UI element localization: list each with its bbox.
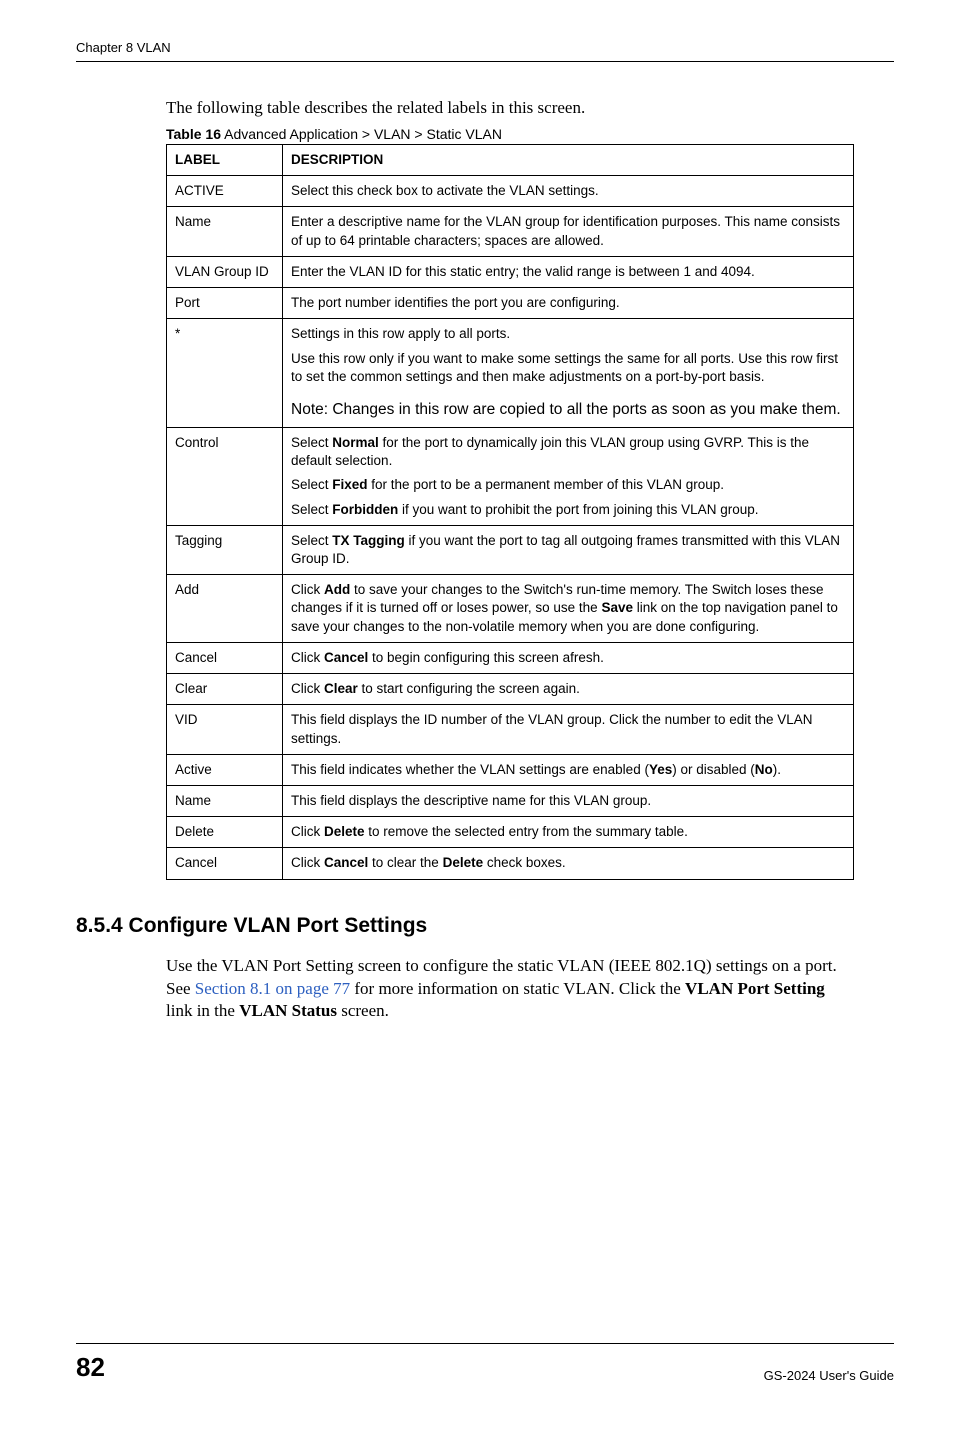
row-description: This field displays the ID number of the…	[283, 705, 854, 754]
row-description: The port number identifies the port you …	[283, 288, 854, 319]
body-segment: for more information on static VLAN. Cli…	[350, 979, 685, 998]
row-label: Active	[167, 754, 283, 785]
row-label: Cancel	[167, 642, 283, 673]
row-description: Click Add to save your changes to the Sw…	[283, 575, 854, 643]
description-text: Note: Changes in this row are copied to …	[291, 400, 845, 421]
table-row: Port The port number identifies the port …	[167, 288, 854, 319]
page-number: 82	[76, 1352, 105, 1383]
table-row: NameEnter a descriptive name for the VLA…	[167, 207, 854, 256]
row-description: Select TX Tagging if you want the port t…	[283, 525, 854, 574]
header-description: DESCRIPTION	[283, 145, 854, 176]
table-caption: Table 16 Advanced Application > VLAN > S…	[166, 126, 854, 142]
body-segment: link in the	[166, 1001, 239, 1020]
row-description: This field displays the descriptive name…	[283, 785, 854, 816]
row-label: ACTIVE	[167, 176, 283, 207]
row-label: VLAN Group ID	[167, 256, 283, 287]
row-label: *	[167, 319, 283, 428]
description-text: Click Cancel to clear the Delete check b…	[291, 854, 845, 872]
content-area: The following table describes the relate…	[166, 98, 854, 1023]
table-row: TaggingSelect TX Tagging if you want the…	[167, 525, 854, 574]
table-header-row: LABEL DESCRIPTION	[167, 145, 854, 176]
description-text: Click Delete to remove the selected entr…	[291, 823, 845, 841]
row-description: Click Cancel to clear the Delete check b…	[283, 848, 854, 879]
row-description: Enter a descriptive name for the VLAN gr…	[283, 207, 854, 256]
description-text: Select Forbidden if you want to prohibit…	[291, 501, 845, 519]
table-intro-text: The following table describes the relate…	[166, 98, 854, 118]
row-label: Tagging	[167, 525, 283, 574]
description-text: Click Cancel to begin configuring this s…	[291, 649, 845, 667]
description-text: Enter a descriptive name for the VLAN gr…	[291, 213, 845, 249]
table-row: Cancel Click Cancel to begin configuring …	[167, 642, 854, 673]
row-label: Add	[167, 575, 283, 643]
description-text: Select TX Tagging if you want the port t…	[291, 532, 845, 568]
description-text: Enter the VLAN ID for this static entry;…	[291, 263, 845, 281]
row-description: This field indicates whether the VLAN se…	[283, 754, 854, 785]
table-row: Delete Click Delete to remove the selecte…	[167, 817, 854, 848]
row-description: Enter the VLAN ID for this static entry;…	[283, 256, 854, 287]
table-row: ACTIVE Select this check box to activate …	[167, 176, 854, 207]
table-row: VLAN Group ID Enter the VLAN ID for this …	[167, 256, 854, 287]
row-label: Name	[167, 785, 283, 816]
description-text: This field indicates whether the VLAN se…	[291, 761, 845, 779]
description-text: Settings in this row apply to all ports.	[291, 325, 845, 343]
table-row: AddClick Add to save your changes to the…	[167, 575, 854, 643]
row-label: Delete	[167, 817, 283, 848]
page: Chapter 8 VLAN The following table descr…	[0, 0, 954, 1443]
description-text: The port number identifies the port you …	[291, 294, 845, 312]
row-description: Settings in this row apply to all ports.…	[283, 319, 854, 428]
table-row: Cancel Click Cancel to clear the Delete c…	[167, 848, 854, 879]
running-head: Chapter 8 VLAN	[76, 40, 894, 62]
row-label: VID	[167, 705, 283, 754]
section-heading-854: 8.5.4 Configure VLAN Port Settings	[76, 914, 854, 938]
row-description: Click Delete to remove the selected entr…	[283, 817, 854, 848]
body-bold: VLAN Port Setting	[685, 979, 825, 998]
table-row: ControlSelect Normal for the port to dyn…	[167, 427, 854, 525]
table-row: Active This field indicates whether the V…	[167, 754, 854, 785]
description-text: Click Clear to start configuring the scr…	[291, 680, 845, 698]
table-row: *Settings in this row apply to all ports…	[167, 319, 854, 428]
description-text: Select Fixed for the port to be a perman…	[291, 476, 845, 494]
body-bold: VLAN Status	[239, 1001, 337, 1020]
section-body-paragraph: Use the VLAN Port Setting screen to conf…	[166, 955, 854, 1024]
body-segment: screen.	[337, 1001, 389, 1020]
row-description: Select this check box to activate the VL…	[283, 176, 854, 207]
header-label: LABEL	[167, 145, 283, 176]
table-number: Table 16	[166, 126, 221, 142]
description-text: This field displays the ID number of the…	[291, 711, 845, 747]
row-label: Cancel	[167, 848, 283, 879]
vlan-static-table: LABEL DESCRIPTION ACTIVE Select this chec…	[166, 144, 854, 880]
row-label: Control	[167, 427, 283, 525]
description-text: Use this row only if you want to make so…	[291, 350, 845, 386]
cross-ref-link[interactable]: Section 8.1 on page 77	[195, 979, 350, 998]
table-row: VIDThis field displays the ID number of …	[167, 705, 854, 754]
row-description: Select Normal for the port to dynamicall…	[283, 427, 854, 525]
description-text: This field displays the descriptive name…	[291, 792, 845, 810]
row-label: Clear	[167, 674, 283, 705]
description-text: Select Normal for the port to dynamicall…	[291, 434, 845, 470]
row-description: Click Clear to start configuring the scr…	[283, 674, 854, 705]
table-row: Name This field displays the descriptive …	[167, 785, 854, 816]
description-text: Click Add to save your changes to the Sw…	[291, 581, 845, 636]
guide-name: GS-2024 User's Guide	[764, 1368, 894, 1383]
row-description: Click Cancel to begin configuring this s…	[283, 642, 854, 673]
row-label: Name	[167, 207, 283, 256]
table-caption-rest: Advanced Application > VLAN > Static VLA…	[221, 126, 502, 142]
footer-bar: 82 GS-2024 User's Guide	[76, 1343, 894, 1383]
row-label: Port	[167, 288, 283, 319]
description-text: Select this check box to activate the VL…	[291, 182, 845, 200]
table-row: Clear Click Clear to start configuring th…	[167, 674, 854, 705]
